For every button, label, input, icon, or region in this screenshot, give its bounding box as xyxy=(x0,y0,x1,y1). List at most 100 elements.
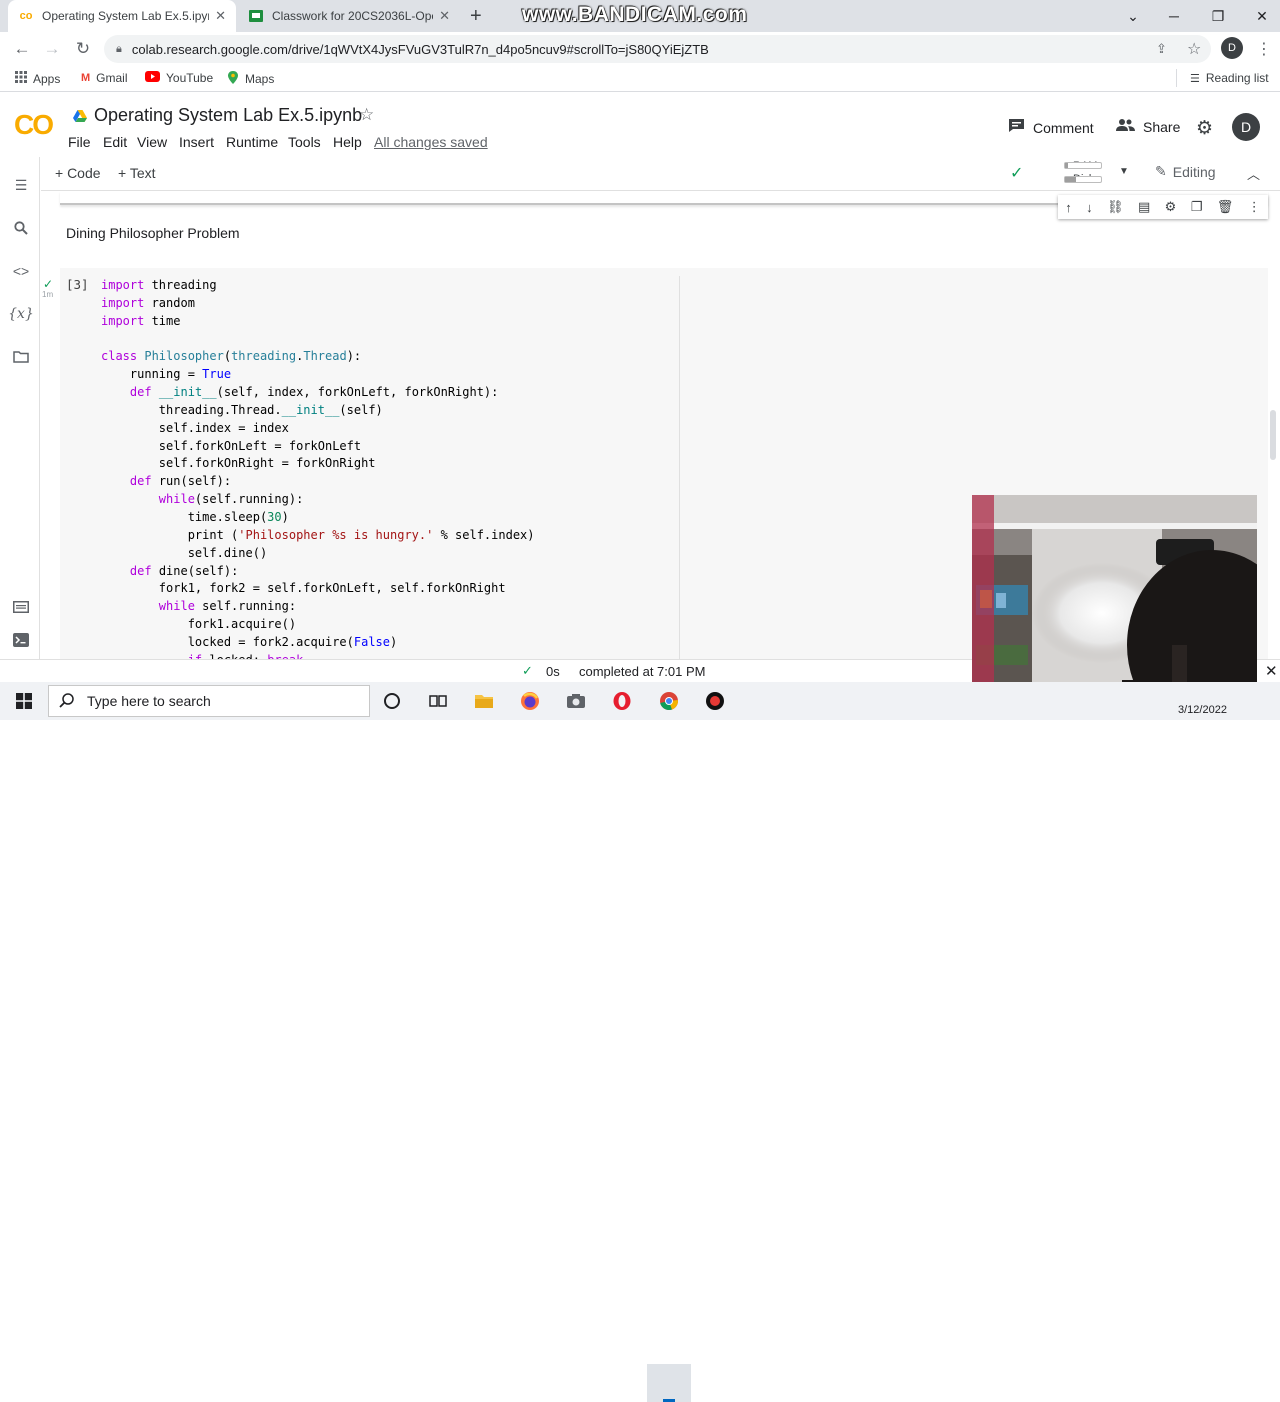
close-tab-icon[interactable]: ✕ xyxy=(439,8,450,24)
new-tab-button[interactable]: + xyxy=(470,5,482,28)
camera-app-icon[interactable] xyxy=(563,688,589,714)
taskbar-search-box[interactable]: Type here to search xyxy=(48,685,370,717)
terminal-icon[interactable] xyxy=(10,629,32,651)
code-line[interactable]: import threading xyxy=(101,277,671,295)
bookmark-star-icon[interactable]: ☆ xyxy=(1187,39,1201,59)
move-cell-up-icon[interactable]: ↑ xyxy=(1065,200,1072,215)
code-line[interactable]: def dine(self): xyxy=(101,563,671,581)
opera-icon[interactable] xyxy=(609,688,635,714)
code-line[interactable]: self.dine() xyxy=(101,545,671,563)
execution-count[interactable]: [3] xyxy=(66,277,89,292)
code-line[interactable]: class Philosopher(threading.Thread): xyxy=(101,348,671,366)
code-line[interactable]: while self.running: xyxy=(101,598,671,616)
code-line[interactable]: locked = fork2.acquire(False) xyxy=(101,634,671,652)
code-line[interactable]: print ('Philosopher %s is hungry.' % sel… xyxy=(101,527,671,545)
windows-start-icon[interactable] xyxy=(11,688,37,714)
share-label: Share xyxy=(1143,119,1181,135)
code-line[interactable] xyxy=(101,331,671,349)
move-cell-down-icon[interactable]: ↓ xyxy=(1086,200,1093,215)
share-page-icon[interactable]: ⇪ xyxy=(1156,41,1167,57)
scrollbar-thumb[interactable] xyxy=(1270,410,1276,460)
code-snippets-icon[interactable]: <> xyxy=(10,260,32,282)
bookmark-maps[interactable]: Maps xyxy=(227,71,274,87)
back-arrow-icon[interactable]: ← xyxy=(9,36,35,62)
files-folder-icon[interactable] xyxy=(10,346,32,368)
code-line[interactable]: fork1, fork2 = self.forkOnLeft, self.for… xyxy=(101,580,671,598)
code-line[interactable]: self.forkOnLeft = forkOnLeft xyxy=(101,438,671,456)
task-view-icon[interactable] xyxy=(425,688,451,714)
add-code-button[interactable]: + Code xyxy=(55,165,101,181)
google-drive-icon[interactable] xyxy=(73,109,87,122)
code-line[interactable]: while(self.running): xyxy=(101,491,671,509)
code-line[interactable]: fork1.acquire() xyxy=(101,616,671,634)
forward-arrow-icon[interactable]: → xyxy=(39,36,65,62)
cortana-circle-icon[interactable] xyxy=(379,688,405,714)
add-text-button[interactable]: + Text xyxy=(118,165,156,181)
menu-help[interactable]: Help xyxy=(333,134,362,150)
mirror-cell-icon[interactable]: ❐ xyxy=(1191,199,1203,215)
bookmark-apps[interactable]: Apps xyxy=(15,71,60,86)
code-line[interactable]: running = True xyxy=(101,366,671,384)
disk-usage-fill xyxy=(1065,177,1076,182)
account-avatar[interactable]: D xyxy=(1232,113,1260,141)
code-editor[interactable]: import threading import random import time… xyxy=(101,277,671,660)
comment-button[interactable]: Comment xyxy=(1008,118,1094,138)
tab-classroom[interactable]: Classwork for 20CS2036L-Operat ✕ xyxy=(238,0,460,32)
browser-profile-avatar[interactable]: D xyxy=(1221,37,1243,59)
address-bar[interactable]: 🔒︎ colab.research.google.com/drive/1qWVt… xyxy=(104,35,1211,63)
link-to-cell-icon[interactable]: ⛓ xyxy=(1107,199,1124,215)
code-line[interactable]: def run(self): xyxy=(101,473,671,491)
code-line[interactable]: self.forkOnRight = forkOnRight xyxy=(101,455,671,473)
restore-icon[interactable]: ❐ xyxy=(1196,0,1240,32)
firefox-icon[interactable] xyxy=(517,688,543,714)
resources-dropdown-icon[interactable]: ▼ xyxy=(1119,166,1129,177)
bookmark-gmail[interactable]: M Gmail xyxy=(81,71,128,85)
command-palette-icon[interactable] xyxy=(10,596,32,618)
add-comment-icon[interactable]: ▤ xyxy=(1138,199,1150,215)
bandicam-record-icon[interactable] xyxy=(702,688,728,714)
menu-insert[interactable]: Insert xyxy=(179,134,214,150)
tab-colab-notebook[interactable]: co Operating System Lab Ex.5.ipynb ✕ xyxy=(8,0,236,32)
code-line[interactable]: import time xyxy=(101,313,671,331)
minimize-icon[interactable]: ─ xyxy=(1152,0,1196,32)
file-explorer-icon[interactable] xyxy=(471,688,497,714)
menu-view[interactable]: View xyxy=(137,134,167,150)
menu-file[interactable]: File xyxy=(68,134,91,150)
code-line[interactable]: import random xyxy=(101,295,671,313)
menu-edit[interactable]: Edit xyxy=(103,134,127,150)
search-icon[interactable] xyxy=(10,217,32,239)
reload-icon[interactable]: ↻ xyxy=(70,36,96,62)
close-status-icon[interactable]: ✕ xyxy=(1265,662,1278,680)
code-token: self.forkOnLeft = forkOnLeft xyxy=(101,438,362,453)
close-window-icon[interactable]: ✕ xyxy=(1240,0,1280,32)
notebook-title[interactable]: Operating System Lab Ex.5.ipynb xyxy=(94,105,362,126)
browser-menu-icon[interactable]: ⋮ xyxy=(1256,39,1272,59)
table-of-contents-icon[interactable]: ☰ xyxy=(10,174,32,196)
collapse-header-chevron-up-icon[interactable]: ︿ xyxy=(1247,164,1260,183)
star-notebook-icon[interactable]: ☆ xyxy=(359,105,374,125)
settings-gear-icon[interactable]: ⚙ xyxy=(1196,117,1213,140)
menu-runtime[interactable]: Runtime xyxy=(226,134,278,150)
menu-tools[interactable]: Tools xyxy=(288,134,321,150)
more-cell-actions-icon[interactable]: ⋮ xyxy=(1248,199,1261,215)
save-status[interactable]: All changes saved xyxy=(374,134,488,150)
chrome-icon[interactable] xyxy=(656,688,682,714)
code-line[interactable]: threading.Thread.__init__(self) xyxy=(101,402,671,420)
code-line[interactable]: self.index = index xyxy=(101,420,671,438)
bookmark-youtube[interactable]: YouTube xyxy=(145,71,213,85)
text-cell-heading[interactable]: Dining Philosopher Problem xyxy=(66,225,240,241)
browser-tab-strip: co Operating System Lab Ex.5.ipynb ✕ Cla… xyxy=(0,0,1280,32)
colab-logo[interactable]: CO xyxy=(14,109,54,141)
share-button[interactable]: Share xyxy=(1116,118,1180,136)
cell-settings-gear-icon[interactable]: ⚙ xyxy=(1165,199,1177,215)
bookmarks-bar: Apps M Gmail YouTube Maps ☰ Reading list xyxy=(0,66,1280,92)
close-tab-icon[interactable]: ✕ xyxy=(215,8,226,24)
gmail-icon: M xyxy=(81,72,91,84)
code-line[interactable]: def __init__(self, index, forkOnLeft, fo… xyxy=(101,384,671,402)
variables-icon[interactable]: {x} xyxy=(8,303,34,325)
editing-mode-button[interactable]: ✎ Editing xyxy=(1155,163,1216,180)
reading-list-button[interactable]: ☰ Reading list xyxy=(1190,71,1269,85)
delete-cell-trash-icon[interactable]: 🗑︎ xyxy=(1217,199,1234,215)
tab-search-chevron-icon[interactable]: ⌄ xyxy=(1111,0,1155,32)
code-line[interactable]: time.sleep(30) xyxy=(101,509,671,527)
